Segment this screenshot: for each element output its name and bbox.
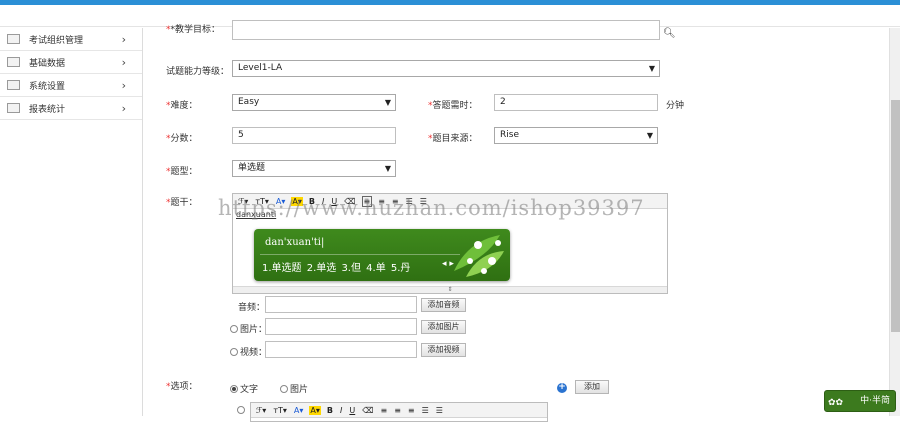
page-scrollbar[interactable] xyxy=(889,28,900,416)
eraser-icon[interactable]: ⌫ xyxy=(361,406,374,415)
image-label: 图片： xyxy=(230,322,267,335)
ime-pinyin: dan'xuan'ti| xyxy=(265,237,325,248)
question-type-value: 单选题 xyxy=(238,163,266,173)
source-value: Rise xyxy=(500,130,519,140)
ime-skin-flowers-icon xyxy=(454,235,504,277)
chevron-right-icon: › xyxy=(121,102,126,115)
chevron-right-icon: › xyxy=(121,33,126,46)
plus-circle-icon[interactable]: + xyxy=(557,383,567,393)
teaching-goal-label: **教学目标： xyxy=(166,25,221,35)
sidebar-item-reports[interactable]: 报表统计 › xyxy=(0,97,142,120)
font-color-icon[interactable]: A▾ xyxy=(293,406,305,415)
question-type-label: *题型： xyxy=(166,167,198,177)
highlight-icon[interactable]: A▾ xyxy=(309,405,321,415)
folder-icon xyxy=(7,57,20,67)
sidebar-item-label: 考试组织管理 xyxy=(29,35,84,46)
chevron-right-icon: › xyxy=(121,79,126,92)
flower-icon: ✿✿ xyxy=(828,398,844,408)
score-label: *分数： xyxy=(166,134,198,144)
options-label: *选项： xyxy=(166,382,198,392)
editor-resize-handle[interactable]: ⇕ xyxy=(233,286,667,293)
option-radio[interactable] xyxy=(237,406,245,414)
answer-time-label: *答题需时： xyxy=(428,101,478,111)
bold-icon[interactable]: B xyxy=(326,406,334,415)
dropdown-arrow-icon: ▼ xyxy=(648,64,655,73)
unordered-list-icon[interactable]: ☰ xyxy=(435,406,444,415)
folder-icon xyxy=(7,80,20,90)
video-label: 视频： xyxy=(230,345,267,358)
align-center-icon[interactable]: ≡ xyxy=(393,406,402,415)
question-type-select[interactable]: 单选题 ▼ xyxy=(232,160,396,177)
sidebar-item-label: 基础数据 xyxy=(29,58,66,69)
ime-status-badge[interactable]: ✿✿ 中·半简 xyxy=(824,390,896,412)
sidebar-item-system-settings[interactable]: 系统设置 › xyxy=(0,74,142,97)
audio-label: 音频： xyxy=(238,303,266,313)
score-input[interactable]: 5 xyxy=(232,127,396,144)
scrollbar-thumb[interactable] xyxy=(891,100,900,332)
watermark-text: https://www.huzhan.com/ishop39397 xyxy=(218,196,645,220)
sidebar-item-exam-organization[interactable]: 考试组织管理 › xyxy=(0,28,142,51)
ime-divider xyxy=(260,254,460,255)
sidebar-item-label: 报表统计 xyxy=(29,104,66,115)
option-type-image[interactable]: 图片 xyxy=(280,382,308,395)
add-option-button[interactable]: 添加 xyxy=(575,380,609,394)
dropdown-arrow-icon: ▼ xyxy=(384,164,391,173)
underline-icon[interactable]: U xyxy=(348,406,356,415)
stem-label: *题干： xyxy=(166,198,198,208)
sidebar-item-label: 系统设置 xyxy=(29,81,66,92)
difficulty-label: *难度： xyxy=(166,101,198,111)
video-radio[interactable] xyxy=(230,348,238,356)
folder-icon xyxy=(7,34,20,44)
align-right-icon[interactable]: ≡ xyxy=(407,406,416,415)
audio-input[interactable] xyxy=(265,296,417,313)
add-image-button[interactable]: 添加图片 xyxy=(421,320,466,334)
ability-level-select[interactable]: Level1-LA ▼ xyxy=(232,60,660,77)
image-radio[interactable] xyxy=(230,325,238,333)
video-input[interactable] xyxy=(265,341,417,358)
ime-candidates[interactable]: 1.单选题 2.单选 3.但 4.单 5.丹 xyxy=(262,259,410,274)
teaching-goal-textarea[interactable] xyxy=(232,20,660,40)
sidebar-item-basic-data[interactable]: 基础数据 › xyxy=(0,51,142,74)
answer-time-unit: 分钟 xyxy=(666,101,685,111)
difficulty-value: Easy xyxy=(238,97,260,107)
add-video-button[interactable]: 添加视频 xyxy=(421,343,466,357)
image-type-radio[interactable] xyxy=(280,385,288,393)
chevron-right-icon: › xyxy=(121,56,126,69)
search-icon[interactable]: 🔍︎ xyxy=(663,28,676,39)
folder-icon xyxy=(7,103,20,113)
dropdown-arrow-icon: ▼ xyxy=(384,98,391,107)
font-family-icon[interactable]: ℱ▾ xyxy=(255,406,267,415)
ability-level-label: 试题能力等级： xyxy=(166,67,230,77)
source-select[interactable]: Rise ▼ xyxy=(494,127,658,144)
ability-level-value: Level1-LA xyxy=(238,63,283,73)
ime-candidate-window[interactable]: dan'xuan'ti| 1.单选题 2.单选 3.但 4.单 5.丹 ◂ ▸ xyxy=(254,229,510,281)
ordered-list-icon[interactable]: ☰ xyxy=(421,406,430,415)
difficulty-select[interactable]: Easy ▼ xyxy=(232,94,396,111)
add-audio-button[interactable]: 添加音频 xyxy=(421,298,466,312)
italic-icon[interactable]: I xyxy=(339,406,343,415)
answer-time-input[interactable]: 2 xyxy=(494,94,658,111)
sidebar: 考试组织管理 › 基础数据 › 系统设置 › 报表统计 › xyxy=(0,28,143,416)
source-label: *题目来源： xyxy=(428,134,478,144)
option-type-text[interactable]: 文字 xyxy=(230,382,258,395)
image-input[interactable] xyxy=(265,318,417,335)
option-rich-editor[interactable]: ℱ▾ тT▾ A▾ A▾ B I U ⌫ ≡ ≡ ≡ ☰ ☰ xyxy=(250,402,548,422)
font-size-icon[interactable]: тT▾ xyxy=(272,406,288,415)
dropdown-arrow-icon: ▼ xyxy=(646,131,653,140)
align-left-icon[interactable]: ≡ xyxy=(380,406,389,415)
text-radio[interactable] xyxy=(230,385,238,393)
ime-status-label: 中·半简 xyxy=(860,396,890,406)
